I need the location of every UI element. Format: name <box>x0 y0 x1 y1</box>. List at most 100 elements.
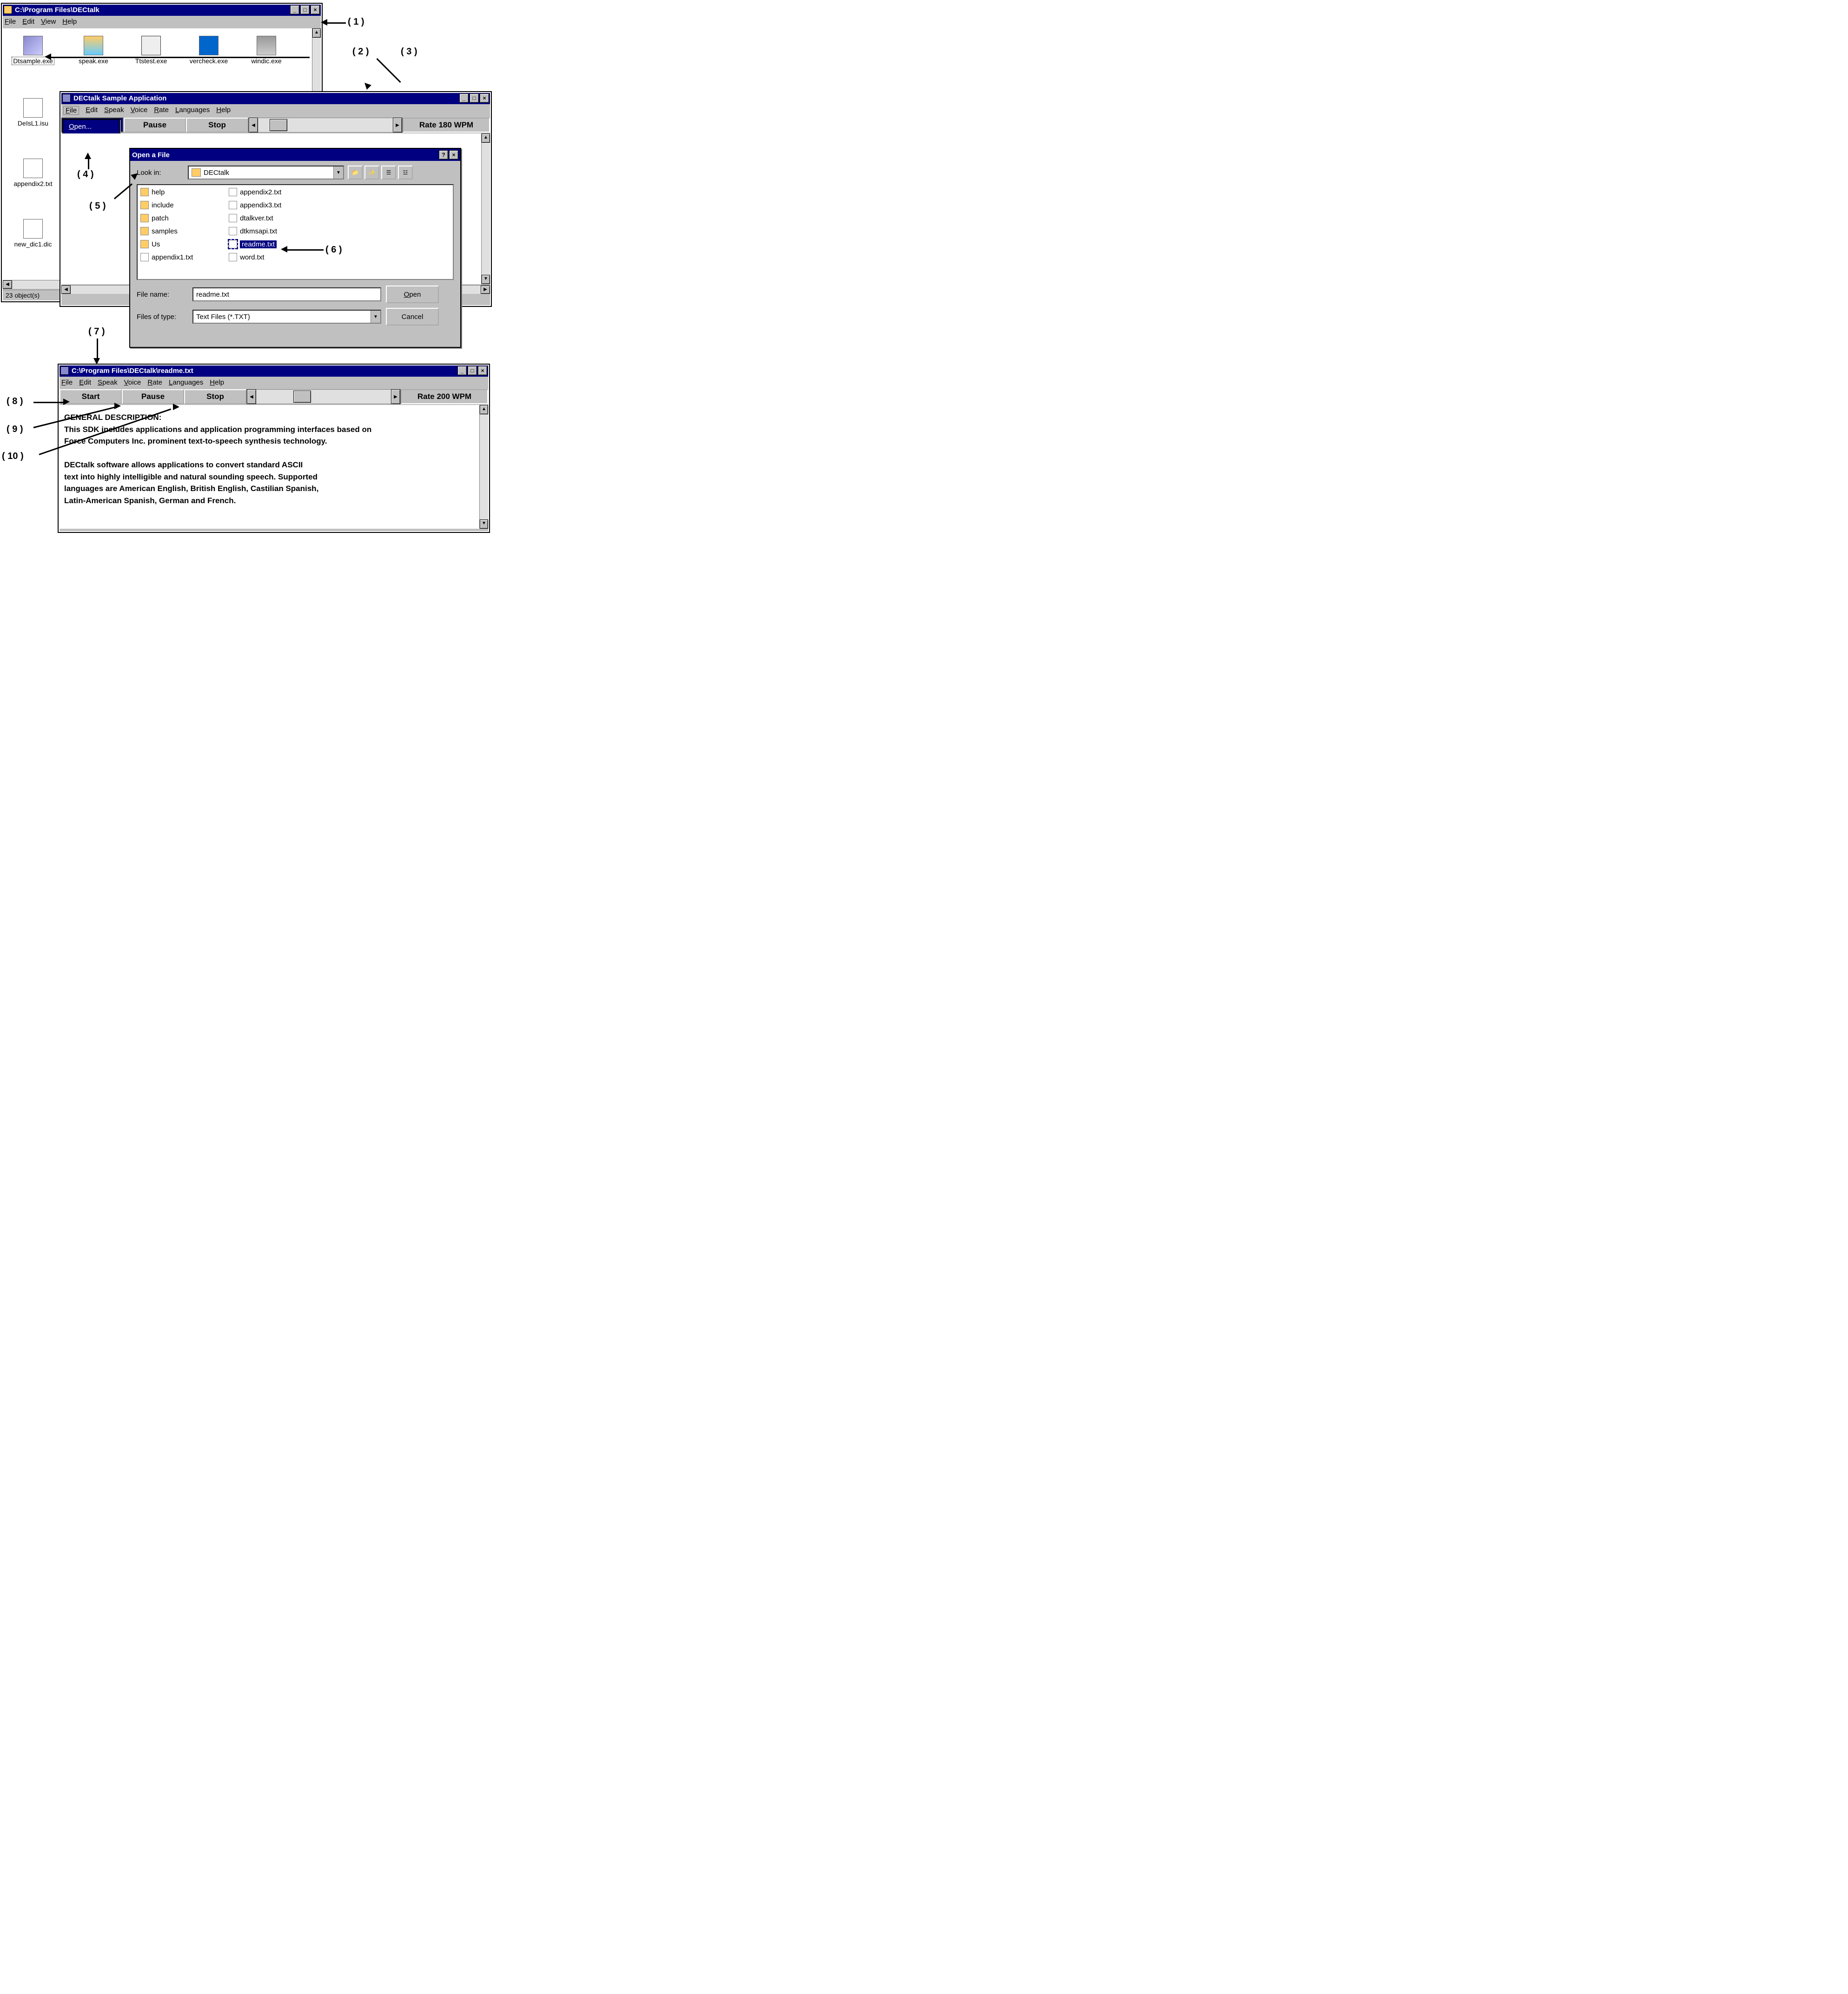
menu-voice[interactable]: Voice <box>131 106 148 115</box>
slider-thumb[interactable] <box>270 119 287 131</box>
scroll-down-button[interactable]: ▼ <box>480 519 488 529</box>
file-appendix2[interactable]: appendix2.txt <box>229 188 281 196</box>
file-dtkmsapi[interactable]: dtkmsapi.txt <box>229 227 277 235</box>
file-menu-open[interactable]: Open... <box>63 120 119 133</box>
slider-thumb[interactable] <box>293 391 311 403</box>
close-button[interactable]: × <box>311 5 320 14</box>
minimize-button[interactable]: _ <box>457 366 467 375</box>
explorer-menubar: File Edit View Help <box>2 16 322 27</box>
menu-edit[interactable]: Edit <box>79 379 91 386</box>
menu-file[interactable]: File <box>63 106 79 115</box>
filetype-combo[interactable]: Text Files (*.TXT) ▼ <box>192 310 381 324</box>
menu-help[interactable]: Help <box>216 106 231 115</box>
slider-left-button[interactable]: ◀ <box>249 118 258 133</box>
menu-view[interactable]: View <box>41 18 56 26</box>
scroll-up-button[interactable]: ▲ <box>480 405 488 414</box>
menu-speak[interactable]: Speak <box>104 106 124 115</box>
icon-newdic1[interactable]: new_dic1.dic <box>7 219 59 248</box>
stop-button[interactable]: Stop <box>186 118 248 133</box>
close-button[interactable]: × <box>449 150 458 160</box>
minimize-button[interactable]: _ <box>459 93 469 103</box>
annotation-arrow <box>285 249 324 251</box>
annotation-7: ( 7 ) <box>88 326 105 337</box>
menu-help[interactable]: Help <box>210 379 224 386</box>
menu-voice[interactable]: Voice <box>124 379 141 386</box>
maximize-button[interactable]: □ <box>470 93 479 103</box>
folder-samples[interactable]: samples <box>140 227 178 235</box>
rate-slider[interactable]: ◀ ▶ <box>248 118 403 133</box>
menu-speak[interactable]: Speak <box>98 379 118 386</box>
reader-menubar: File Edit Speak Voice Rate Languages Hel… <box>59 377 489 388</box>
icon-appendix2[interactable]: appendix2.txt <box>7 159 59 187</box>
minimize-button[interactable]: _ <box>290 5 299 14</box>
annotation-arrow <box>49 57 310 58</box>
list-view-button[interactable]: ☰ <box>381 166 396 179</box>
lookin-combo[interactable]: DECtalk ▼ <box>188 166 344 179</box>
menu-file[interactable]: File <box>5 18 16 26</box>
folder-patch[interactable]: patch <box>140 214 169 222</box>
annotation-6: ( 6 ) <box>325 245 342 255</box>
menu-languages[interactable]: Languages <box>169 379 203 386</box>
app-titlebar: DECtalk Sample Application _ □ × <box>60 92 491 104</box>
menu-rate[interactable]: Rate <box>154 106 169 115</box>
folder-help[interactable]: help <box>140 188 165 196</box>
arrowhead-icon <box>114 403 121 409</box>
stop-button[interactable]: Stop <box>184 389 246 404</box>
file-list[interactable]: help include patch samples Us appendix1.… <box>137 184 454 280</box>
menu-languages[interactable]: Languages <box>175 106 210 115</box>
reader-client: GENERAL DESCRIPTION: This SDK includes a… <box>60 405 488 529</box>
scroll-up-button[interactable]: ▲ <box>482 133 490 143</box>
icon-windic[interactable]: windic.exe <box>241 36 292 65</box>
menu-file[interactable]: File <box>61 379 73 386</box>
maximize-button[interactable]: □ <box>300 5 310 14</box>
filename-input[interactable]: readme.txt <box>192 287 381 301</box>
scroll-up-button[interactable]: ▲ <box>312 28 321 38</box>
icon-vercheck[interactable]: vercheck.exe <box>183 36 234 65</box>
pause-button[interactable]: Pause <box>124 118 186 133</box>
icon-deisl1[interactable]: DeIsL1.isu <box>7 98 59 127</box>
menu-edit[interactable]: Edit <box>22 18 34 26</box>
slider-left-button[interactable]: ◀ <box>247 389 256 404</box>
cancel-button[interactable]: Cancel <box>386 308 439 326</box>
scroll-right-button[interactable]: ▶ <box>481 286 490 294</box>
app-icon <box>62 94 71 102</box>
annotation-5: ( 5 ) <box>89 201 106 212</box>
menu-edit[interactable]: Edit <box>86 106 98 115</box>
scroll-left-button[interactable]: ◀ <box>61 286 71 294</box>
icon-dtsample[interactable]: Dtsample.exe <box>7 36 59 65</box>
reader-vscroll[interactable]: ▲ ▼ <box>479 405 488 529</box>
close-button[interactable]: × <box>478 366 487 375</box>
slider-right-button[interactable]: ▶ <box>393 118 402 133</box>
icon-ttstest[interactable]: Ttstest.exe <box>126 36 177 65</box>
file-word[interactable]: word.txt <box>229 253 265 261</box>
dropdown-button[interactable]: ▼ <box>371 311 380 323</box>
scroll-down-button[interactable]: ▼ <box>482 275 490 284</box>
open-button[interactable]: Open <box>386 286 439 303</box>
app-vscroll[interactable]: ▲ ▼ <box>481 133 490 284</box>
file-readme[interactable]: readme.txt <box>229 240 277 248</box>
scroll-left-button[interactable]: ◀ <box>3 280 12 289</box>
folder-us[interactable]: Us <box>140 240 160 248</box>
menu-help[interactable]: Help <box>62 18 77 26</box>
menu-rate[interactable]: Rate <box>147 379 162 386</box>
reader-toolbar: Start Pause Stop ◀ ▶ Rate 200 WPM <box>60 389 488 404</box>
up-folder-button[interactable]: 📁 <box>348 166 363 179</box>
pause-button[interactable]: Pause <box>122 389 184 404</box>
maximize-button[interactable]: □ <box>468 366 477 375</box>
annotation-arrow <box>325 22 346 24</box>
folder-include[interactable]: include <box>140 201 174 209</box>
file-dtalkver[interactable]: dtalkver.txt <box>229 214 273 222</box>
rate-slider[interactable]: ◀ ▶ <box>246 389 401 404</box>
new-folder-button[interactable]: ✨ <box>364 166 379 179</box>
file-appendix1[interactable]: appendix1.txt <box>140 253 193 261</box>
arrowhead-icon <box>45 53 51 60</box>
arrowhead-icon <box>63 399 70 405</box>
file-appendix3[interactable]: appendix3.txt <box>229 201 281 209</box>
details-view-button[interactable]: ☳ <box>398 166 413 179</box>
icon-speak[interactable]: speak.exe <box>68 36 119 65</box>
close-button[interactable]: × <box>480 93 489 103</box>
help-button[interactable]: ? <box>439 150 448 160</box>
dropdown-button[interactable]: ▼ <box>333 166 343 179</box>
arrowhead-icon <box>362 80 371 90</box>
slider-right-button[interactable]: ▶ <box>391 389 400 404</box>
